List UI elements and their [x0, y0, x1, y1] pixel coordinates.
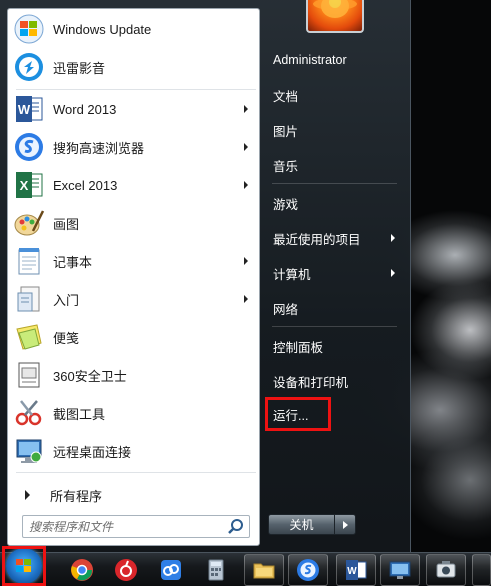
- documents-link[interactable]: 文档: [265, 81, 405, 109]
- xunlei-player-icon: [15, 53, 43, 81]
- program-getting-started[interactable]: 入门: [11, 281, 258, 317]
- submenu-arrow-icon[interactable]: [244, 295, 248, 303]
- svg-text:W: W: [347, 566, 357, 577]
- submenu-arrow-icon[interactable]: [244, 257, 248, 265]
- run-highlight-box: [265, 397, 331, 431]
- notepad-icon: [18, 248, 40, 275]
- program-label: Excel 2013: [53, 177, 118, 193]
- svg-text:X: X: [20, 178, 29, 193]
- netease-music-icon[interactable]: [114, 558, 138, 582]
- file-explorer-icon: [253, 563, 275, 579]
- program-sogou-browser[interactable]: 搜狗高速浏览器: [11, 129, 258, 165]
- windows-update-icon: [14, 14, 44, 44]
- flower-icon: [313, 0, 357, 18]
- separator: [16, 472, 256, 473]
- program-excel-2013[interactable]: X Excel 2013: [11, 167, 258, 203]
- separator: [272, 183, 397, 184]
- svg-text:W: W: [18, 102, 31, 117]
- program-360-safeguard[interactable]: 360安全卫士: [11, 357, 258, 393]
- start-menu: Windows Update 迅雷影音 W Word 2013 搜狗高速浏览器 …: [0, 0, 411, 552]
- program-label: 入门: [53, 292, 80, 308]
- program-windows-update[interactable]: Windows Update: [11, 11, 258, 47]
- program-remote-desktop[interactable]: 远程桌面连接: [11, 433, 258, 469]
- right-item-label: 文档: [273, 89, 299, 104]
- program-paint[interactable]: 画图: [11, 205, 258, 241]
- submenu-arrow-icon[interactable]: [391, 269, 395, 277]
- excel-icon: X: [16, 172, 43, 198]
- camera-icon: [436, 561, 456, 578]
- submenu-arrow-icon[interactable]: [244, 105, 248, 113]
- search-box[interactable]: [22, 515, 250, 538]
- submenu-arrow-icon[interactable]: [244, 143, 248, 151]
- taskbar-button-partial[interactable]: [472, 554, 491, 586]
- word-icon: W: [346, 560, 367, 580]
- right-item-label: 网络: [273, 302, 299, 317]
- shutdown-button[interactable]: 关机: [268, 514, 335, 535]
- right-item-label: Administrator: [273, 53, 347, 67]
- search-icon[interactable]: [226, 517, 246, 537]
- paint-icon: [14, 210, 45, 236]
- devices-printers-link[interactable]: 设备和打印机: [265, 367, 405, 395]
- program-sticky-notes[interactable]: 便笺: [11, 319, 258, 355]
- program-xunlei-player[interactable]: 迅雷影音: [11, 49, 258, 85]
- chevron-right-icon: [342, 520, 348, 529]
- sticky-notes-icon: [16, 324, 42, 350]
- shutdown-control: 关机: [268, 514, 357, 535]
- control-panel-link[interactable]: 控制面板: [265, 332, 405, 360]
- right-item-label: 音乐: [273, 159, 299, 174]
- games-link[interactable]: 游戏: [265, 189, 405, 217]
- program-label: 360安全卫士: [53, 368, 127, 384]
- baidu-netdisk-icon[interactable]: [159, 558, 183, 582]
- program-snipping-tool[interactable]: 截图工具: [11, 395, 258, 431]
- shutdown-label: 关机: [289, 518, 314, 532]
- calculator-icon[interactable]: [204, 558, 228, 582]
- shutdown-options-button[interactable]: [335, 514, 356, 535]
- right-item-label: 游戏: [273, 197, 299, 212]
- program-label: 便笺: [53, 330, 80, 346]
- separator: [272, 326, 397, 327]
- submenu-arrow-icon[interactable]: [391, 234, 395, 242]
- program-label: Windows Update: [53, 21, 152, 37]
- pictures-link[interactable]: 图片: [265, 116, 405, 144]
- getting-started-icon: [17, 286, 40, 312]
- expand-arrow-icon: [25, 490, 30, 500]
- snipping-tool-icon: [15, 400, 42, 426]
- program-notepad[interactable]: 记事本: [11, 243, 258, 279]
- submenu-arrow-icon[interactable]: [244, 181, 248, 189]
- program-label: 记事本: [53, 254, 93, 270]
- program-label: Word 2013: [53, 101, 117, 117]
- program-label: 截图工具: [53, 406, 106, 422]
- music-link[interactable]: 音乐: [265, 151, 405, 179]
- right-item-label: 图片: [273, 124, 299, 139]
- remote-desktop-icon: [16, 439, 42, 463]
- programs-panel: Windows Update 迅雷影音 W Word 2013 搜狗高速浏览器 …: [7, 8, 260, 546]
- all-programs-button[interactable]: 所有程序: [11, 483, 258, 507]
- program-label: 画图: [53, 216, 80, 232]
- word-icon: W: [16, 96, 43, 122]
- start-highlight-box: [2, 546, 46, 586]
- search-input[interactable]: [23, 516, 226, 537]
- sogou-browser-icon: [297, 559, 319, 581]
- user-name-link[interactable]: Administrator: [265, 46, 405, 74]
- right-item-label: 计算机: [273, 267, 311, 282]
- network-link[interactable]: 网络: [265, 294, 405, 322]
- remote-desktop-icon: [389, 561, 411, 579]
- sogou-browser-icon: [15, 133, 43, 161]
- chrome-icon[interactable]: [70, 558, 94, 582]
- program-label: 远程桌面连接: [53, 444, 132, 460]
- 360-safeguard-icon: [18, 362, 40, 388]
- right-item-label: 设备和打印机: [273, 375, 349, 390]
- program-label: 搜狗高速浏览器: [53, 140, 145, 156]
- program-label: 迅雷影音: [53, 60, 106, 76]
- all-programs-label: 所有程序: [50, 488, 103, 504]
- right-item-label: 控制面板: [273, 340, 324, 355]
- separator: [16, 89, 256, 90]
- recent-items-link[interactable]: 最近使用的项目: [265, 224, 405, 252]
- computer-link[interactable]: 计算机: [265, 259, 405, 287]
- user-picture[interactable]: [306, 0, 364, 33]
- right-item-label: 最近使用的项目: [273, 232, 361, 247]
- program-word-2013[interactable]: W Word 2013: [11, 91, 258, 127]
